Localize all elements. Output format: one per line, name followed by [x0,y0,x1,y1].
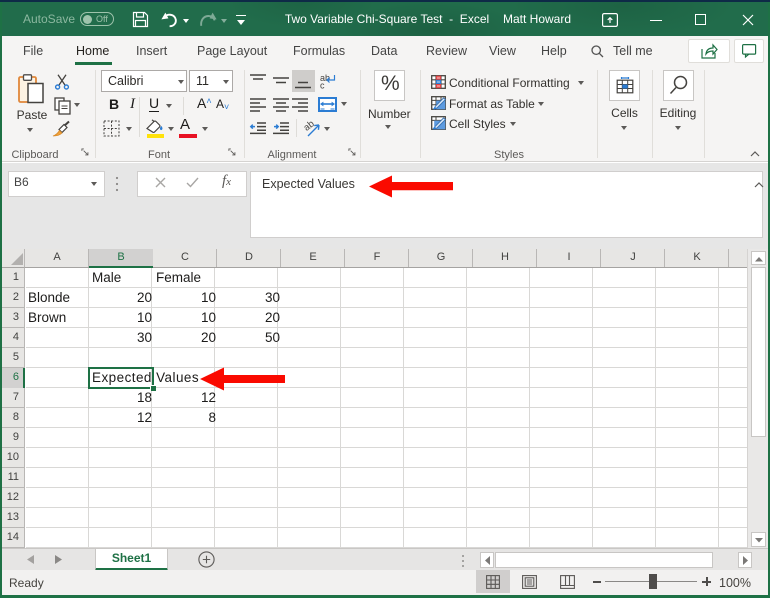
svg-text:c: c [320,81,325,91]
